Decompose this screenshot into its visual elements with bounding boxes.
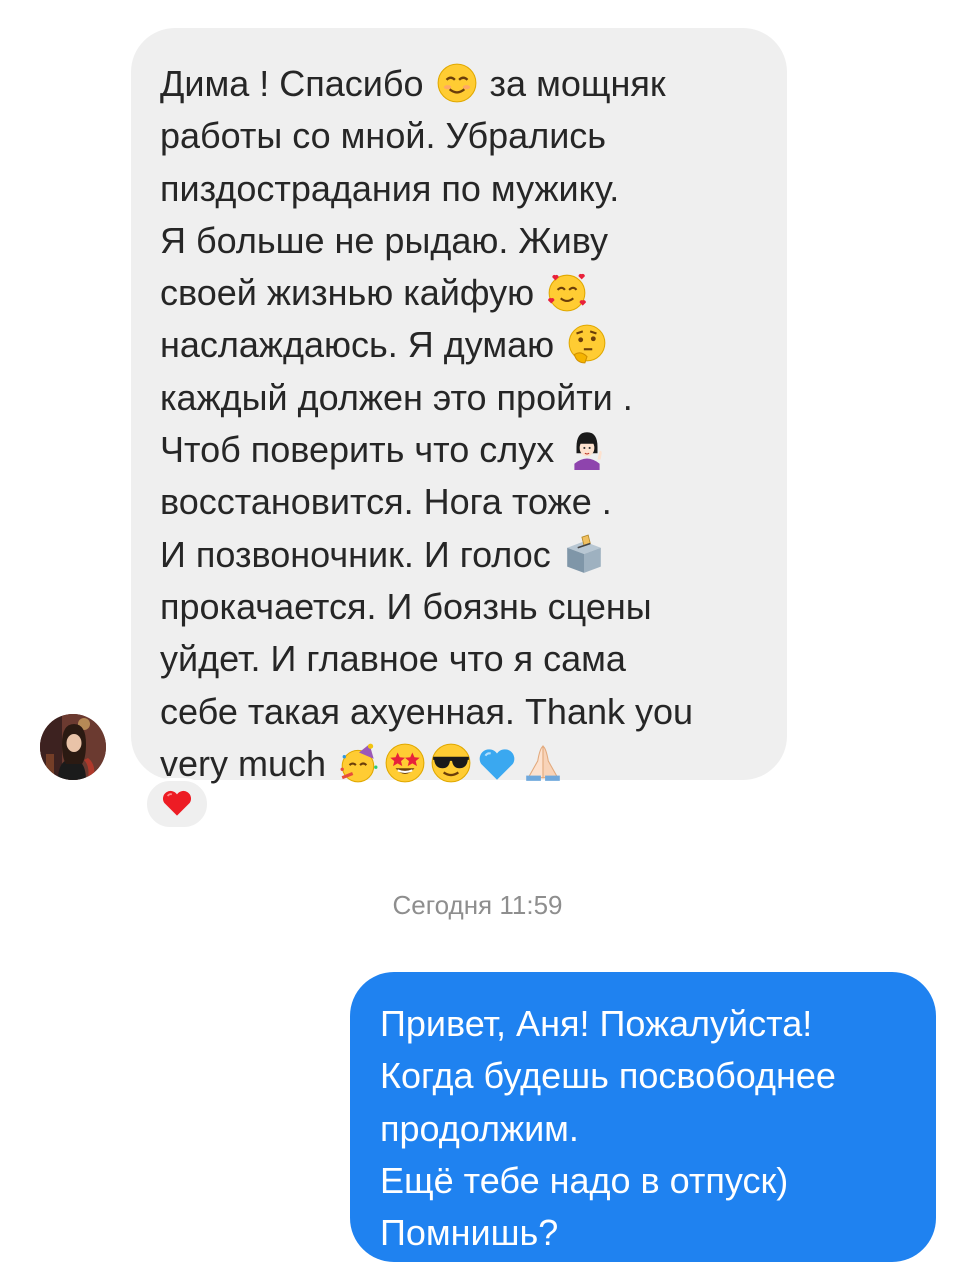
message-line: И позвоночник. И голос (160, 529, 763, 581)
ballot-box-icon (563, 533, 605, 575)
smiling-face-with-sunglasses-icon (430, 742, 472, 784)
avatar[interactable] (40, 714, 106, 780)
message-line: Дима ! Спасибо за мощняк (160, 62, 666, 104)
message-line: наслаждаюсь. Я думаю (160, 319, 763, 371)
folded-hands-icon (522, 742, 564, 784)
message-line: Привет, Аня! Пожалуйста! (380, 1003, 813, 1044)
message-line: прокачается. И боязнь сцены (160, 585, 652, 627)
star-struck-icon (384, 742, 426, 784)
message-line: Ещё тебе надо в отпуск) (380, 1159, 789, 1201)
message-timestamp: Сегодня 11:59 (392, 890, 563, 920)
smiling-face-icon (436, 62, 478, 104)
message-line: very much (160, 738, 763, 790)
heart-reaction[interactable] (144, 778, 210, 830)
message-line: каждый должен это пройти . (160, 376, 633, 418)
message-line: Помнишь? (380, 1212, 559, 1254)
message-line: восстановится. Нога тоже . (160, 481, 612, 523)
chat-thread: Дима ! Спасибо за мощняк работы со мной.… (0, 0, 955, 1280)
outgoing-message-bubble[interactable]: Привет, Аня! Пожалуйста! Когда будешь по… (350, 972, 936, 1262)
thinking-face-icon (566, 323, 608, 365)
message-line: уйдет. И главное что я сама (160, 638, 626, 680)
smiling-face-with-hearts-icon (546, 271, 588, 313)
message-line: продолжим. (380, 1107, 579, 1149)
message-line: работы со мной. Убрались (160, 115, 607, 157)
avatar-photo (40, 714, 106, 780)
message-line: пиздострадания по мужику. (160, 167, 620, 209)
blue-heart-icon (476, 742, 518, 784)
message-line: своей жизнью кайфую (160, 267, 763, 319)
message-line: Когда будешь посвободнее (380, 1055, 836, 1097)
woman-tipping-hand-icon (566, 428, 608, 471)
red-heart-icon (160, 785, 194, 824)
message-line: себе такая ахуенная. Thank you (160, 690, 694, 732)
partying-face-icon (338, 742, 380, 784)
message-line: Чтоб поверить что слух (160, 424, 763, 476)
incoming-message-bubble[interactable]: Дима ! Спасибо за мощняк работы со мной.… (131, 28, 787, 784)
message-line: Я больше не рыдаю. Живу (160, 219, 609, 261)
